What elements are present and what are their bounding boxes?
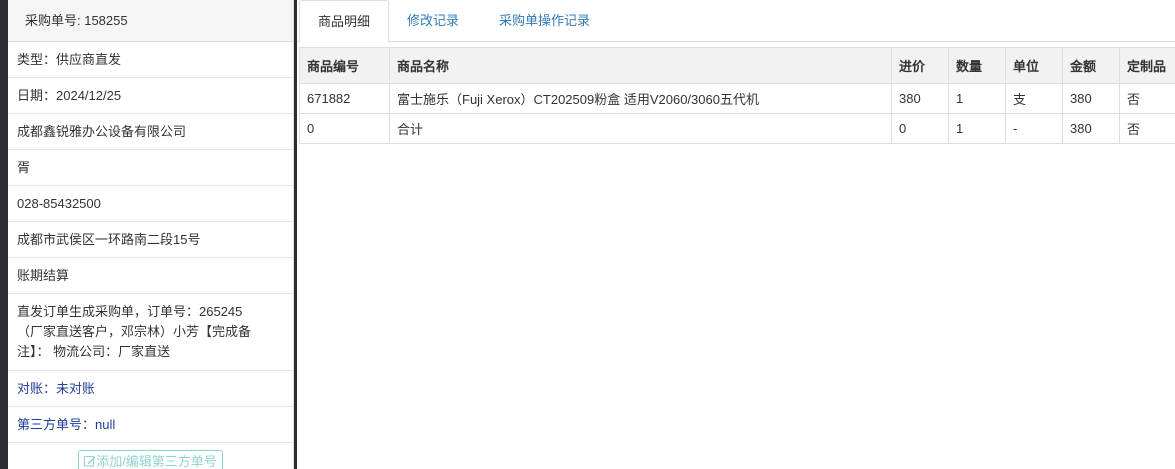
supplier-name: 成都鑫锐雅办公设备有限公司 xyxy=(8,114,293,150)
tab-modify-log[interactable]: 修改记录 xyxy=(407,0,459,41)
table-row-total: 0 合计 0 1 - 380 否 xyxy=(299,113,1175,144)
cell-unit: 支 xyxy=(1005,83,1063,114)
cell-product-code: 0 xyxy=(299,113,390,144)
cell-amount: 380 xyxy=(1062,83,1120,114)
col-product-name: 商品名称 xyxy=(389,47,892,84)
table-row: 671882 富士施乐（Fuji Xerox）CT202509粉盒 适用V206… xyxy=(299,83,1175,114)
cell-unit: - xyxy=(1005,113,1063,144)
tab-bar: 商品明细 修改记录 采购单操作记录 xyxy=(297,0,1175,43)
cell-custom: 否 xyxy=(1119,83,1175,114)
order-remark: 直发订单生成采购单，订单号：265245 （厂家直送客户，邓宗林）小芳【完成备 … xyxy=(8,294,293,371)
col-price: 进价 xyxy=(891,47,949,84)
col-unit: 单位 xyxy=(1005,47,1063,84)
cell-product-name: 合计 xyxy=(389,113,892,144)
remark-line: 直发订单生成采购单，订单号：265245 xyxy=(17,304,243,319)
edit-third-party-label: 添加/编辑第三方单号 xyxy=(96,454,217,469)
order-date: 日期：2024/12/25 xyxy=(8,78,293,114)
col-quantity: 数量 xyxy=(948,47,1006,84)
order-type: 类型：供应商直发 xyxy=(8,42,293,78)
cell-custom: 否 xyxy=(1119,113,1175,144)
cell-price: 0 xyxy=(891,113,949,144)
remark-line: （厂家直送客户，邓宗林）小芳【完成备 xyxy=(17,324,252,339)
cell-product-code: 671882 xyxy=(299,83,390,114)
contact-name: 胥 xyxy=(8,150,293,186)
supplier-address: 成都市武侯区一环路南二段15号 xyxy=(8,222,293,258)
col-custom: 定制品 xyxy=(1119,47,1175,84)
reconcile-status: 对账：未对账 xyxy=(8,371,293,407)
col-product-code: 商品编号 xyxy=(299,47,390,84)
cell-product-name: 富士施乐（Fuji Xerox）CT202509粉盒 适用V2060/3060五… xyxy=(389,83,892,114)
cell-price: 380 xyxy=(891,83,949,114)
tab-product-detail[interactable]: 商品明细 xyxy=(299,0,389,43)
cell-quantity: 1 xyxy=(948,83,1006,114)
phone-number: 028-85432500 xyxy=(8,186,293,222)
cell-amount: 380 xyxy=(1062,113,1120,144)
edit-third-party-button[interactable]: 添加/编辑第三方单号 xyxy=(78,450,223,469)
table-header-row: 商品编号 商品名称 进价 数量 单位 金额 定制品 xyxy=(299,47,1175,84)
remark-line: 注】： 物流公司：厂家直送 xyxy=(17,344,171,359)
third-party-number: 第三方单号：null xyxy=(8,407,293,443)
tab-operation-log[interactable]: 采购单操作记录 xyxy=(499,0,590,41)
order-info-panel: 采购单号: 158255 类型：供应商直发 日期：2024/12/25 成都鑫锐… xyxy=(8,0,294,469)
detail-panel: 商品明细 修改记录 采购单操作记录 商品编号 商品名称 进价 数量 单位 金额 … xyxy=(297,0,1175,469)
purchase-order-number: 采购单号: 158255 xyxy=(8,0,293,42)
payment-terms: 账期结算 xyxy=(8,258,293,294)
product-table: 商品编号 商品名称 进价 数量 单位 金额 定制品 671882 富士施乐（Fu… xyxy=(299,47,1175,144)
edit-icon xyxy=(84,456,96,467)
col-amount: 金额 xyxy=(1062,47,1120,84)
cell-quantity: 1 xyxy=(948,113,1006,144)
